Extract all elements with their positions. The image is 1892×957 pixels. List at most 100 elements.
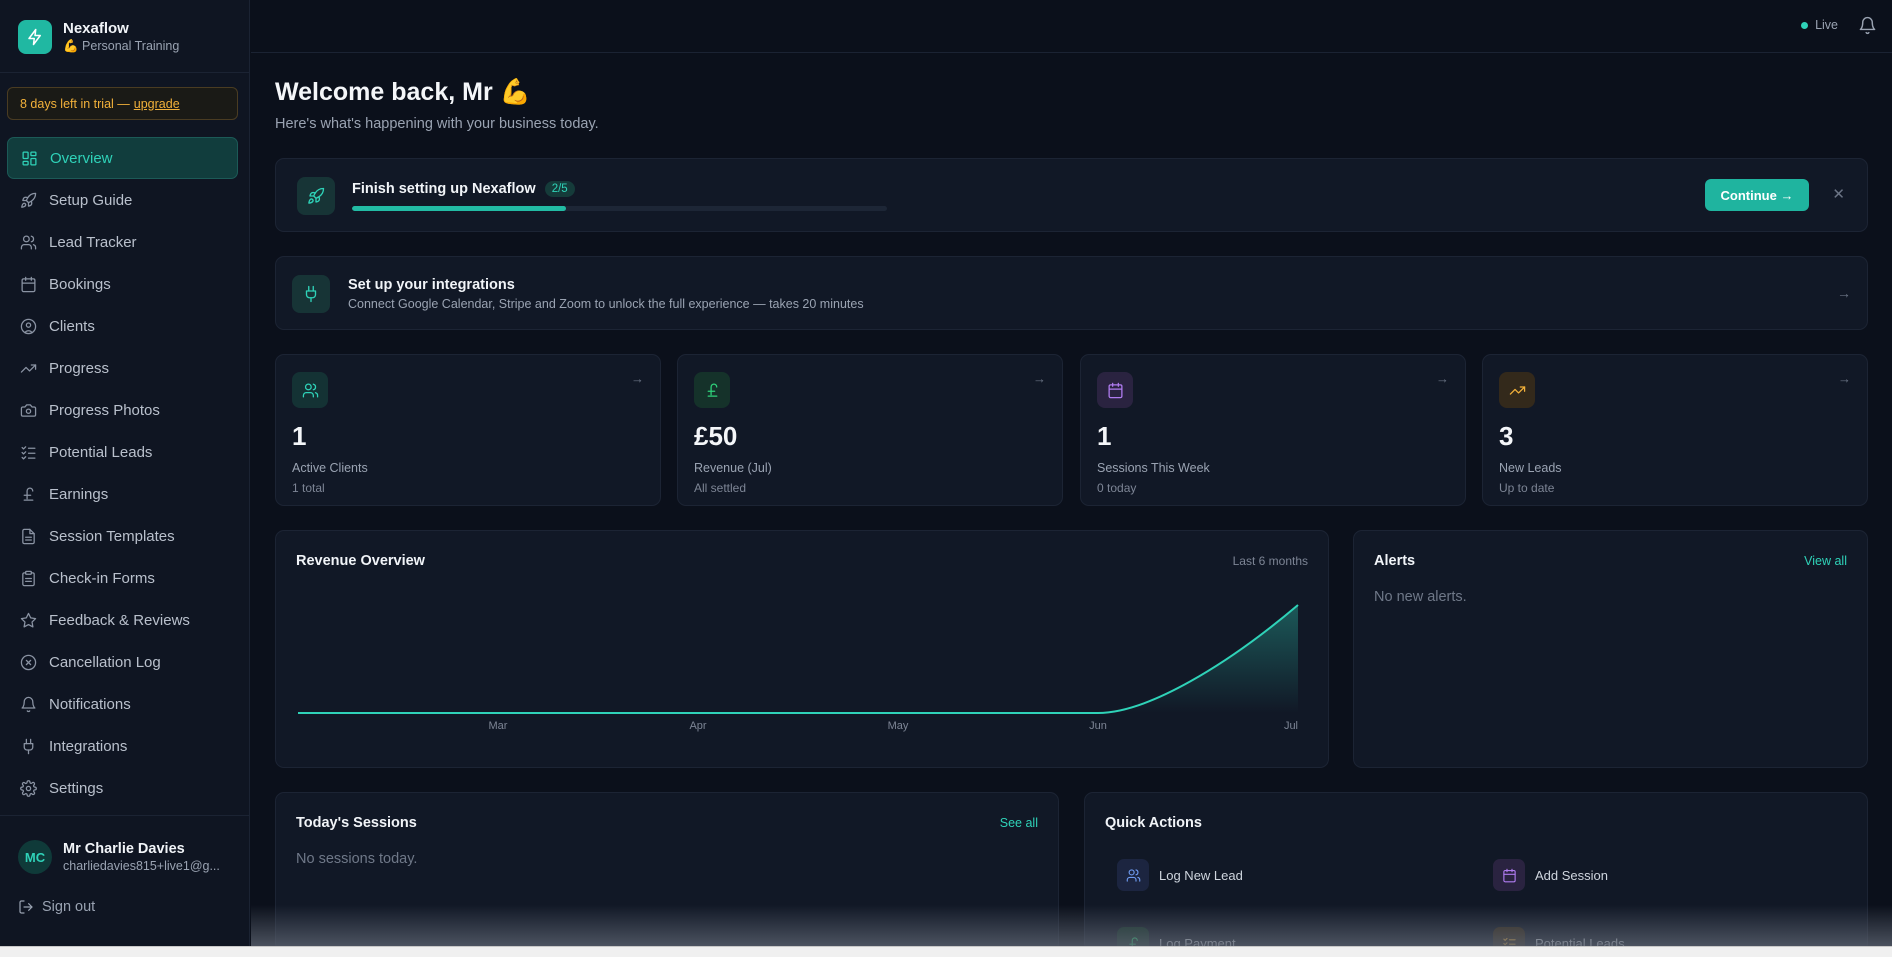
stat-card-revenue[interactable]: → £50 Revenue (Jul) All settled	[677, 354, 1063, 506]
sidebar-item-bookings[interactable]: Bookings	[7, 263, 238, 305]
sidebar-item-notifications[interactable]: Notifications	[7, 683, 238, 725]
user-profile[interactable]: MC Mr Charlie Davies charliedavies815+li…	[18, 840, 220, 874]
users-icon	[1117, 859, 1149, 891]
stat-card-active-clients[interactable]: → 1 Active Clients 1 total	[275, 354, 661, 506]
users-icon	[292, 372, 328, 408]
setup-progress-badge: 2/5	[544, 181, 575, 197]
stat-value: 3	[1499, 421, 1514, 451]
sidebar-item-label: Earnings	[49, 485, 109, 503]
stat-label: Revenue (Jul)	[694, 461, 772, 475]
stat-sub: Up to date	[1499, 481, 1555, 495]
view-all-alerts-link[interactable]: View all	[1804, 554, 1847, 568]
live-label: Live	[1815, 18, 1838, 32]
rocket-icon	[297, 177, 335, 215]
alerts-card: Alerts View all No new alerts.	[1353, 530, 1868, 768]
page-subtitle: Here's what's happening with your busine…	[275, 116, 599, 132]
user-name: Mr Charlie Davies	[63, 841, 185, 857]
sidebar-item-label: Bookings	[49, 275, 111, 293]
integrations-title: Set up your integrations	[348, 277, 515, 293]
brand-subtitle: 💪 Personal Training	[63, 39, 180, 53]
brand-name: Nexaflow	[63, 20, 129, 37]
arrow-right-icon[interactable]: →	[1837, 285, 1851, 301]
sign-out-button[interactable]: Sign out	[18, 899, 95, 915]
sidebar-item-label: Check-in Forms	[49, 569, 155, 587]
notifications-button[interactable]	[1858, 16, 1878, 36]
lightning-icon	[18, 20, 52, 54]
close-icon[interactable]: ✕	[1832, 185, 1845, 203]
stat-label: Sessions This Week	[1097, 461, 1210, 475]
revenue-range: Last 6 months	[1232, 554, 1308, 568]
quick-actions-card: Quick Actions Log New Lead Add Session Log…	[1084, 792, 1868, 957]
pound-icon	[694, 372, 730, 408]
user-email: charliedavies815+live1@g...	[63, 859, 220, 873]
trial-banner: 8 days left in trial — upgrade	[7, 87, 238, 120]
topbar: Live	[251, 0, 1892, 53]
arrow-right-icon[interactable]: →	[631, 371, 644, 386]
gear-icon	[19, 779, 37, 797]
sidebar-item-label: Overview	[50, 149, 113, 167]
see-all-sessions-link[interactable]: See all	[1000, 816, 1038, 830]
live-dot-icon	[1801, 21, 1809, 29]
sidebar-item-label: Setup Guide	[49, 191, 133, 209]
integrations-subtitle: Connect Google Calendar, Stripe and Zoom…	[348, 297, 864, 311]
quick-action-add-session[interactable]: Add Session	[1493, 859, 1608, 891]
sidebar-item-label: Session Templates	[49, 527, 175, 545]
x-tick-label: Jun	[1089, 720, 1107, 732]
stat-label: New Leads	[1499, 461, 1562, 475]
quick-actions-title: Quick Actions	[1105, 815, 1202, 831]
calendar-icon	[19, 275, 37, 293]
sidebar-item-session-templates[interactable]: Session Templates	[7, 515, 238, 557]
stat-card-new-leads[interactable]: → 3 New Leads Up to date	[1482, 354, 1868, 506]
sidebar-item-settings[interactable]: Settings	[7, 767, 238, 809]
revenue-line	[298, 604, 1299, 714]
user-circle-icon	[19, 317, 37, 335]
sign-out-label: Sign out	[42, 899, 96, 915]
sidebar-item-lead-tracker[interactable]: Lead Tracker	[7, 221, 238, 263]
sidebar-item-potential-leads[interactable]: Potential Leads	[7, 431, 238, 473]
sidebar-item-label: Clients	[49, 317, 95, 335]
sessions-empty-message: No sessions today.	[296, 851, 418, 867]
upgrade-link[interactable]: upgrade	[134, 97, 180, 111]
bell-icon	[19, 695, 37, 713]
sidebar-item-feedback-and-reviews[interactable]: Feedback & Reviews	[7, 599, 238, 641]
avatar: MC	[18, 840, 52, 874]
stat-label: Active Clients	[292, 461, 368, 475]
integrations-card[interactable]: Set up your integrations Connect Google …	[275, 256, 1868, 330]
sidebar-item-check-in-forms[interactable]: Check-in Forms	[7, 557, 238, 599]
arrow-right-icon[interactable]: →	[1033, 371, 1046, 386]
sidebar-item-progress-photos[interactable]: Progress Photos	[7, 389, 238, 431]
sidebar-item-label: Progress	[49, 359, 110, 377]
sidebar-item-progress[interactable]: Progress	[7, 347, 238, 389]
continue-button[interactable]: Continue →	[1705, 179, 1809, 211]
sidebar-item-overview[interactable]: Overview	[7, 137, 238, 179]
quick-action-log-new-lead[interactable]: Log New Lead	[1117, 859, 1243, 891]
stat-sub: 1 total	[292, 481, 325, 495]
setup-card: Finish setting up Nexaflow 2/5 Continue …	[275, 158, 1868, 232]
sidebar-item-label: Progress Photos	[49, 401, 160, 419]
setup-title: Finish setting up Nexaflow 2/5	[352, 181, 575, 197]
sidebar-item-label: Cancellation Log	[49, 653, 161, 671]
divider	[0, 815, 249, 816]
brand[interactable]: Nexaflow 💪 Personal Training	[0, 0, 249, 56]
trial-text: 8 days left in trial —	[20, 96, 130, 111]
sidebar-item-earnings[interactable]: Earnings	[7, 473, 238, 515]
arrow-right-icon[interactable]: →	[1436, 371, 1449, 386]
quick-action-label: Log New Lead	[1159, 867, 1243, 883]
stat-card-sessions-this-week[interactable]: → 1 Sessions This Week 0 today	[1080, 354, 1466, 506]
live-status: Live	[1801, 18, 1838, 32]
plug-icon	[292, 275, 330, 313]
alerts-title: Alerts	[1374, 553, 1416, 569]
sidebar-item-cancellation-log[interactable]: Cancellation Log	[7, 641, 238, 683]
sidebar-item-label: Notifications	[49, 695, 131, 713]
users-icon	[19, 233, 37, 251]
sidebar-item-setup-guide[interactable]: Setup Guide	[7, 179, 238, 221]
log-out-icon	[19, 900, 33, 914]
rocket-icon	[19, 191, 37, 209]
trending-up-icon	[19, 359, 37, 377]
x-circle-icon	[19, 653, 37, 671]
sidebar-item-integrations[interactable]: Integrations	[7, 725, 238, 767]
pound-icon	[19, 485, 37, 503]
page-title: Welcome back, Mr 💪	[275, 78, 531, 106]
arrow-right-icon[interactable]: →	[1838, 371, 1851, 386]
sidebar-item-clients[interactable]: Clients	[7, 305, 238, 347]
